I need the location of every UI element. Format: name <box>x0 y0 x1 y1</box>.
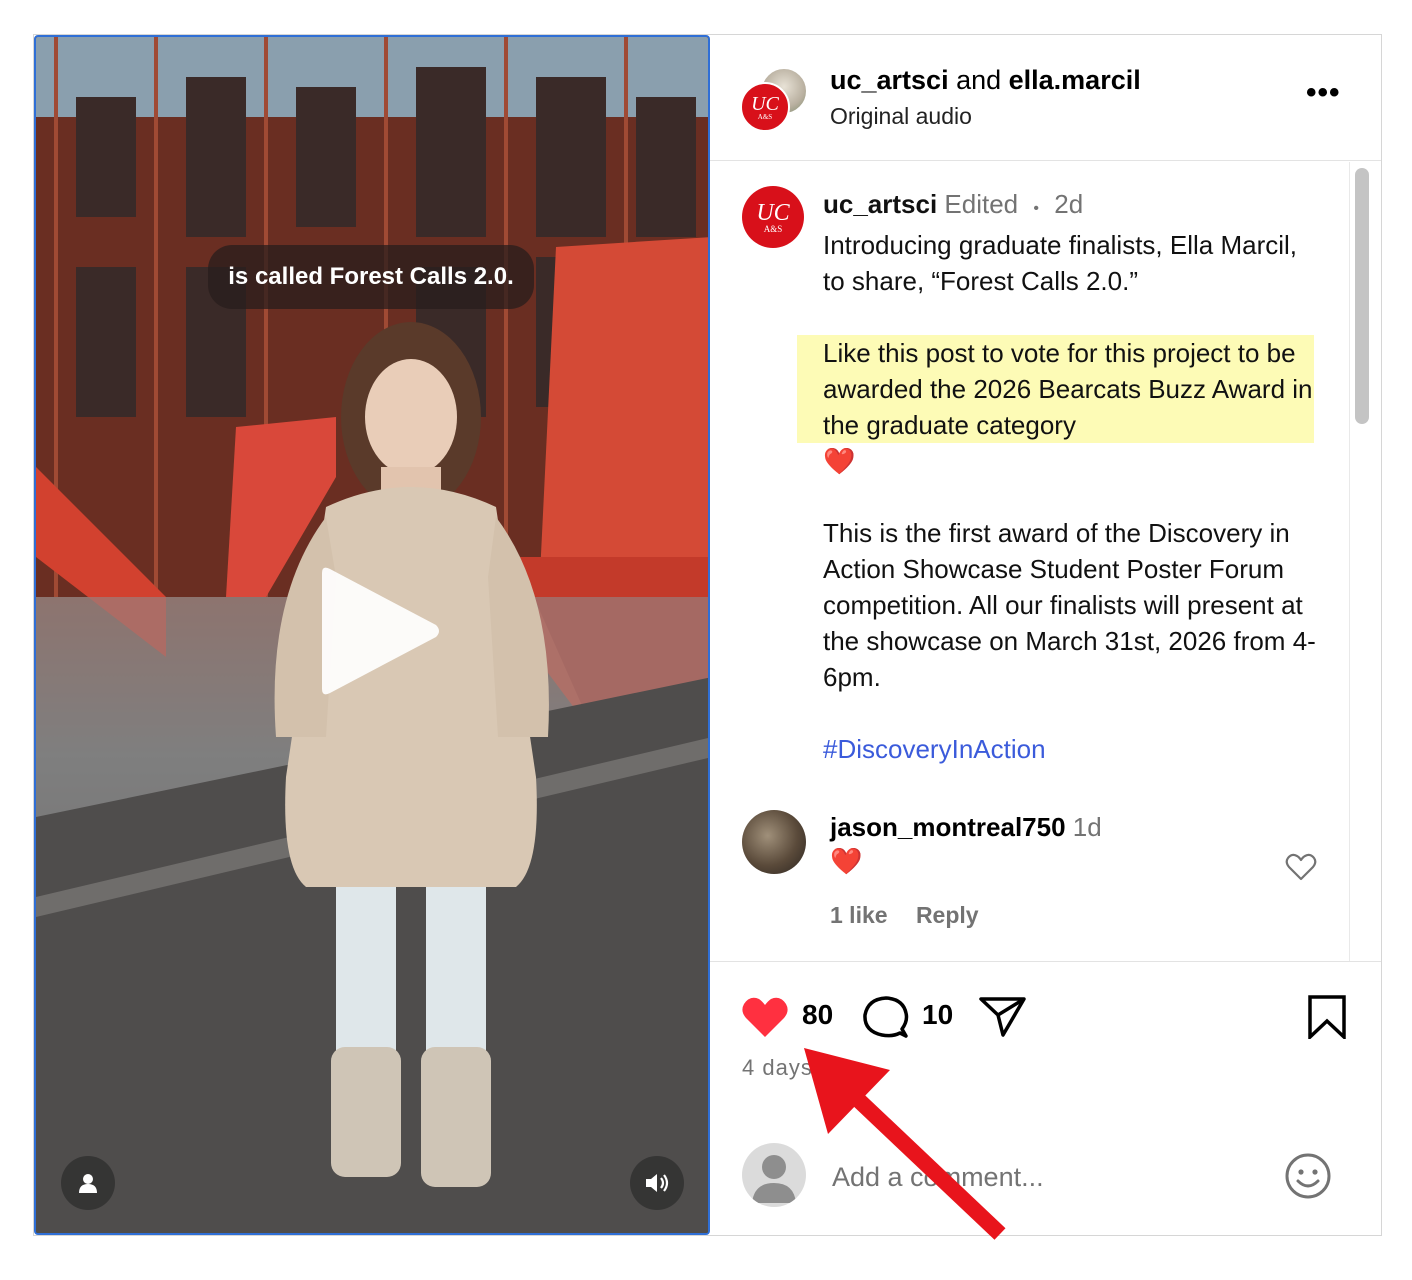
hashtag-link[interactable]: #DiscoveryInAction <box>823 731 1323 767</box>
like-count[interactable]: 80 <box>802 999 833 1031</box>
caption-highlight: Like this post to vote for this project … <box>797 335 1314 443</box>
header-connector: and <box>948 65 1009 95</box>
caption-heart-emoji: ❤️ <box>823 446 856 476</box>
caption-paragraph-1: Introducing graduate finalists, Ella Mar… <box>823 230 1298 296</box>
post-header: UC A&S uc_artsci and ella.marcil Origina… <box>710 35 1381 161</box>
more-options-button[interactable]: ••• <box>1306 78 1342 111</box>
annotation-arrow-icon <box>804 1048 1006 1240</box>
comment-reply-button[interactable]: Reply <box>916 902 979 928</box>
caption-username[interactable]: uc_artsci <box>823 189 937 219</box>
video-player[interactable]: is called Forest Calls 2.0. <box>34 35 710 1235</box>
caption-avatar[interactable]: UC A&S <box>742 186 804 248</box>
user-tag-button[interactable] <box>61 1156 115 1210</box>
comment-username[interactable]: jason_montreal750 <box>830 812 1066 842</box>
caption-edited: Edited <box>944 189 1019 219</box>
comments-area: UC A&S uc_artsci Edited • 2d Introducing… <box>710 162 1381 962</box>
bookmark-icon[interactable] <box>1302 993 1352 1039</box>
comment-time: 1d <box>1072 812 1102 842</box>
comment-like-count[interactable]: 1 like <box>830 902 888 928</box>
comment-header: jason_montreal750 1d <box>830 812 1102 843</box>
avatar-uc-artsci[interactable]: UC A&S <box>740 82 790 132</box>
caption-paragraph-2: This is the first award of the Discovery… <box>823 518 1316 692</box>
comment-text: ❤️ <box>830 846 863 876</box>
collab-avatars[interactable]: UC A&S <box>740 67 810 137</box>
post-container: is called Forest Calls 2.0. UC A&S uc_ar… <box>33 34 1382 1236</box>
uc-logo: UC A&S <box>751 92 779 121</box>
audio-link[interactable]: Original audio <box>830 103 972 130</box>
caption-separator: • <box>1033 200 1039 217</box>
scrollbar-thumb[interactable] <box>1355 168 1369 424</box>
post-caption: uc_artsci Edited • 2d Introducing gradua… <box>797 186 1323 767</box>
video-caption: is called Forest Calls 2.0. <box>208 245 534 309</box>
comment-heart-icon[interactable] <box>1284 850 1318 884</box>
scroll-track <box>1349 162 1350 961</box>
user-icon <box>79 1174 97 1193</box>
comment-avatar[interactable] <box>742 810 806 874</box>
caption-time: 2d <box>1054 189 1084 219</box>
comment-count[interactable]: 10 <box>922 999 953 1031</box>
header-user-uc-artsci[interactable]: uc_artsci <box>830 65 949 95</box>
sound-toggle-button[interactable] <box>630 1156 684 1210</box>
play-icon[interactable] <box>314 565 442 697</box>
header-user-ella-marcil[interactable]: ella.marcil <box>1009 65 1141 95</box>
comment-actions: 1 like Reply <box>830 902 1001 929</box>
emoji-icon[interactable] <box>1283 1151 1333 1201</box>
volume-icon <box>646 1174 669 1192</box>
header-usernames: uc_artsci and ella.marcil <box>830 65 1141 96</box>
heart-icon[interactable] <box>740 993 790 1039</box>
uc-logo: UC A&S <box>756 199 790 234</box>
